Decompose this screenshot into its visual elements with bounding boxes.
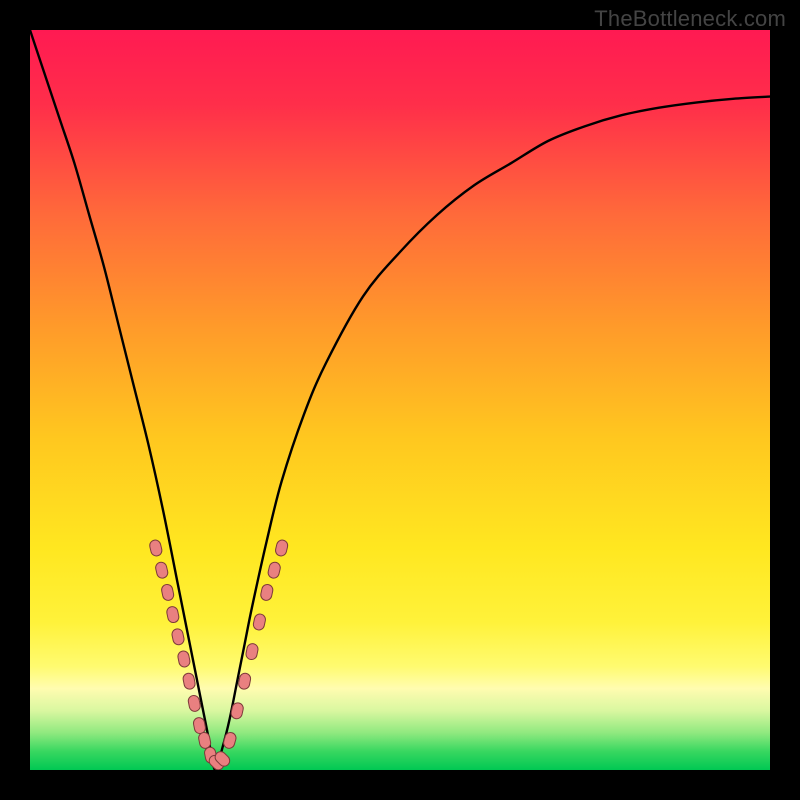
bead: [198, 731, 212, 749]
bead: [267, 561, 281, 579]
outer-frame: TheBottleneck.com: [0, 0, 800, 800]
bead: [177, 650, 191, 668]
bead: [252, 613, 266, 631]
bead: [166, 606, 180, 624]
chart-svg: [30, 30, 770, 770]
bead: [260, 583, 274, 601]
bead: [245, 643, 259, 661]
bead: [274, 539, 288, 557]
bead: [171, 628, 185, 646]
bead: [187, 694, 201, 712]
bottleneck-curve: [30, 30, 770, 770]
plot-area: [30, 30, 770, 770]
bead: [222, 731, 237, 749]
watermark-text: TheBottleneck.com: [594, 6, 786, 32]
bead: [149, 539, 163, 557]
bead: [161, 583, 175, 601]
bead: [155, 561, 169, 579]
bead-cluster: [149, 539, 289, 770]
bead: [182, 672, 196, 690]
bead: [238, 672, 252, 690]
